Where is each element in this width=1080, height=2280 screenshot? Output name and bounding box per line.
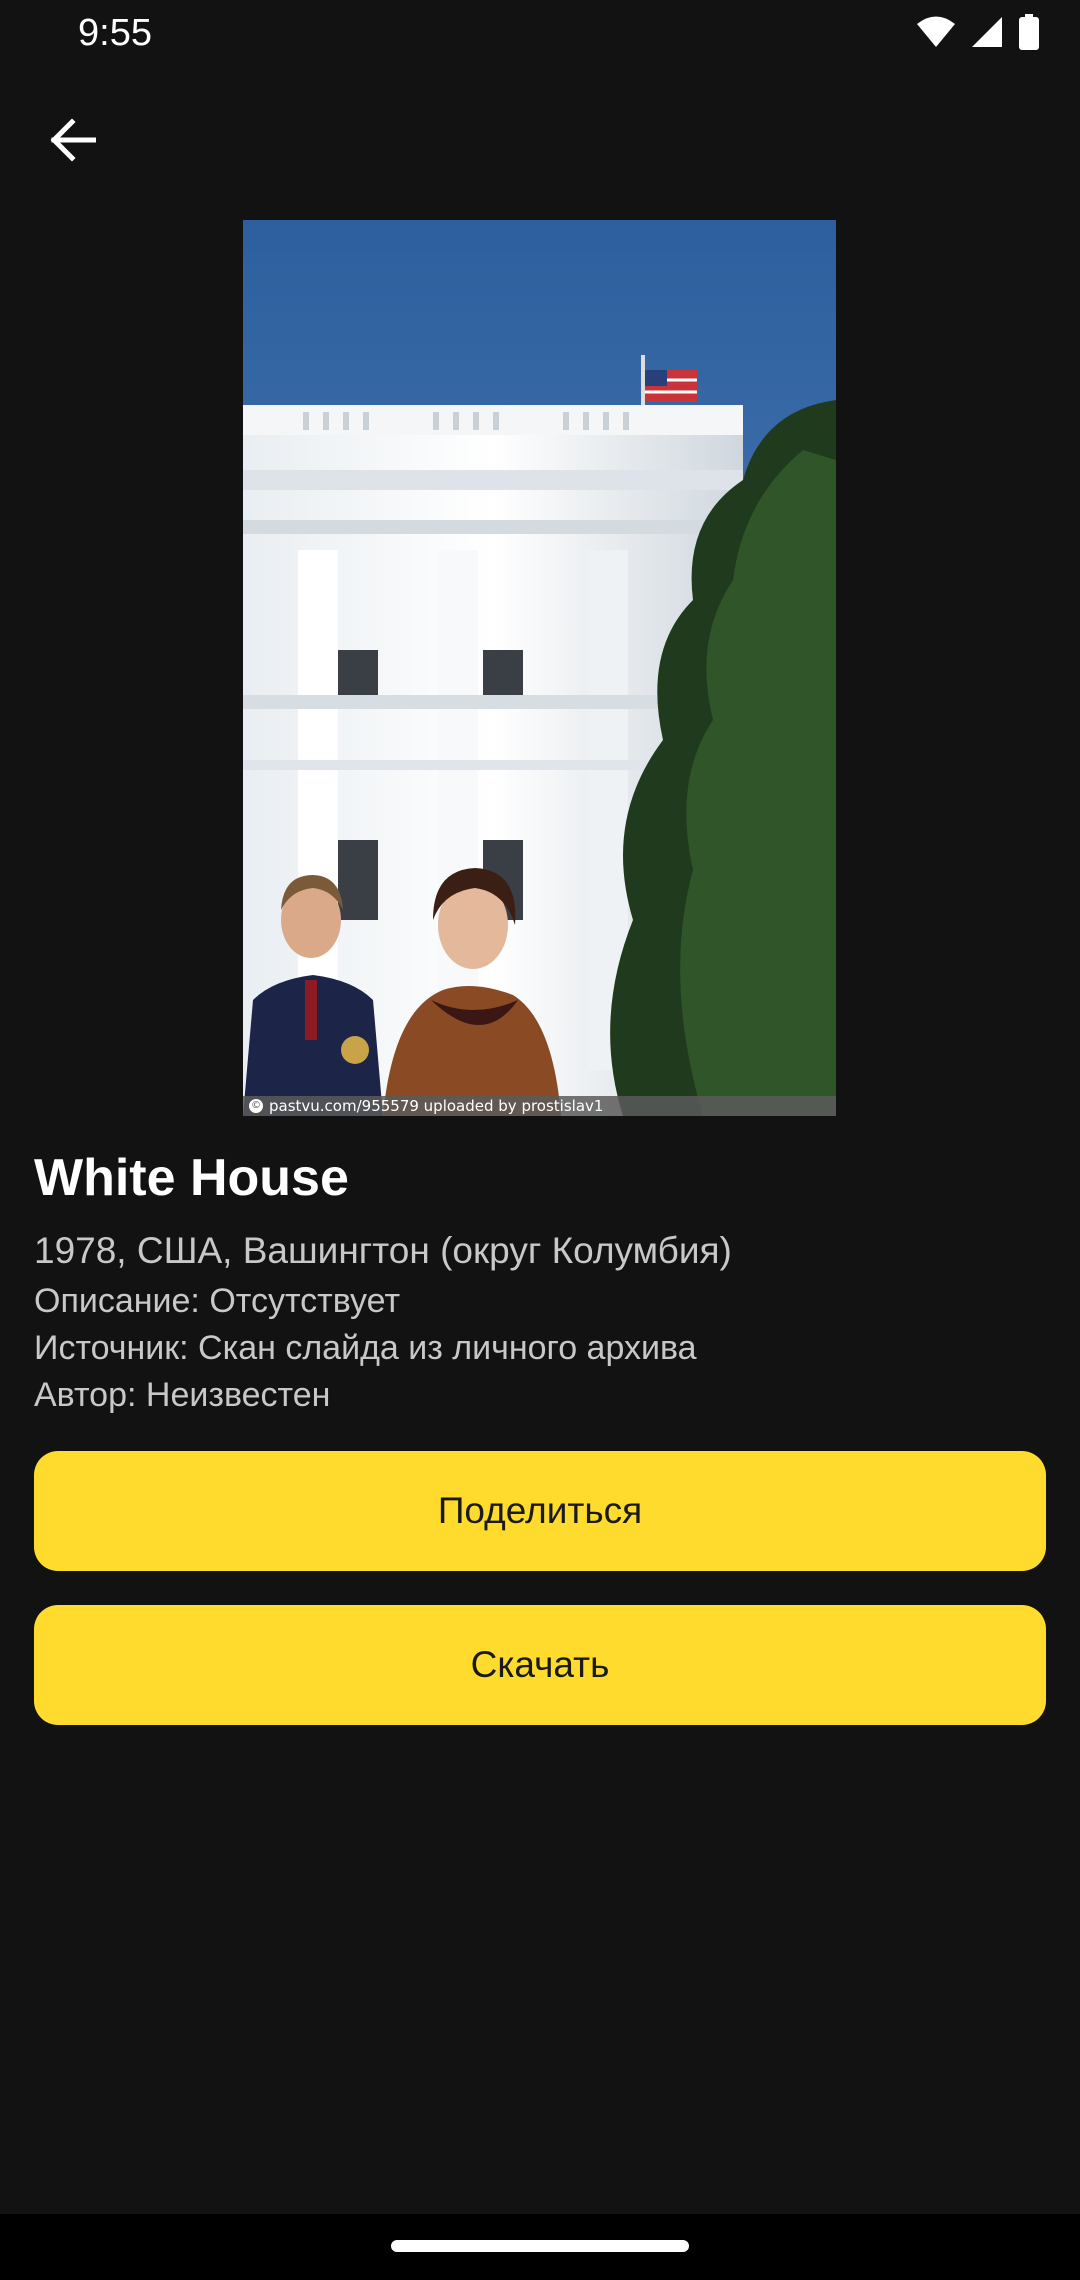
photo-watermark: © pastvu.com/955579 uploaded by prostisl… (243, 1096, 836, 1116)
status-time: 9:55 (78, 12, 152, 54)
photo-image (243, 220, 836, 1116)
photo-title: White House (34, 1149, 349, 1207)
photo-source: Источник: Скан слайда из личного архива (34, 1329, 697, 1367)
photo-description: Описание: Отсутствует (34, 1282, 401, 1320)
navigation-bar (0, 2214, 1080, 2280)
wifi-icon (916, 15, 956, 54)
copyright-icon: © (249, 1099, 263, 1113)
signal-icon (970, 15, 1004, 54)
watermark-text: pastvu.com/955579 uploaded by prostislav… (269, 1097, 604, 1115)
photo-place: 1978, США, Вашингтон (округ Колумбия) (34, 1230, 732, 1271)
home-indicator[interactable] (391, 2240, 689, 2252)
back-button[interactable] (34, 104, 110, 180)
share-button[interactable]: Поделиться (34, 1451, 1046, 1571)
status-icons (916, 14, 1040, 55)
battery-icon (1018, 14, 1040, 55)
photo-author: Автор: Неизвестен (34, 1376, 331, 1414)
download-button[interactable]: Скачать (34, 1605, 1046, 1725)
photo[interactable]: © pastvu.com/955579 uploaded by prostisl… (243, 220, 836, 1116)
status-bar: 9:55 (0, 0, 1080, 70)
arrow-left-icon (48, 117, 97, 167)
